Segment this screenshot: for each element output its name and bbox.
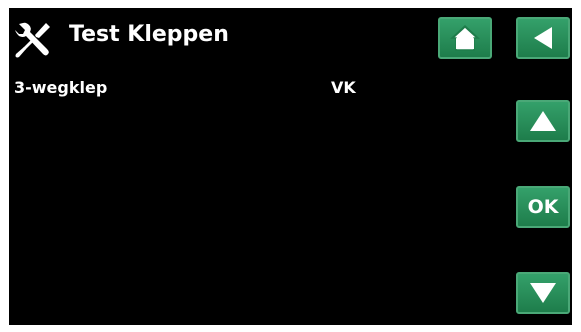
page-title: Test Kleppen [69,22,229,47]
back-arrow-icon [534,27,552,49]
home-icon [450,24,480,51]
home-button[interactable] [438,17,492,59]
ok-label: OK [527,196,559,218]
down-button[interactable] [516,272,570,314]
display-screen: Test Kleppen 3-wegklep VK OK [9,8,572,325]
ok-button[interactable]: OK [516,186,570,228]
back-button[interactable] [516,17,570,59]
valve-value[interactable]: VK [331,78,356,97]
valve-label: 3-wegklep [14,78,108,97]
tools-icon [15,22,50,58]
up-arrow-icon [530,111,556,131]
up-button[interactable] [516,100,570,142]
down-arrow-icon [530,283,556,303]
